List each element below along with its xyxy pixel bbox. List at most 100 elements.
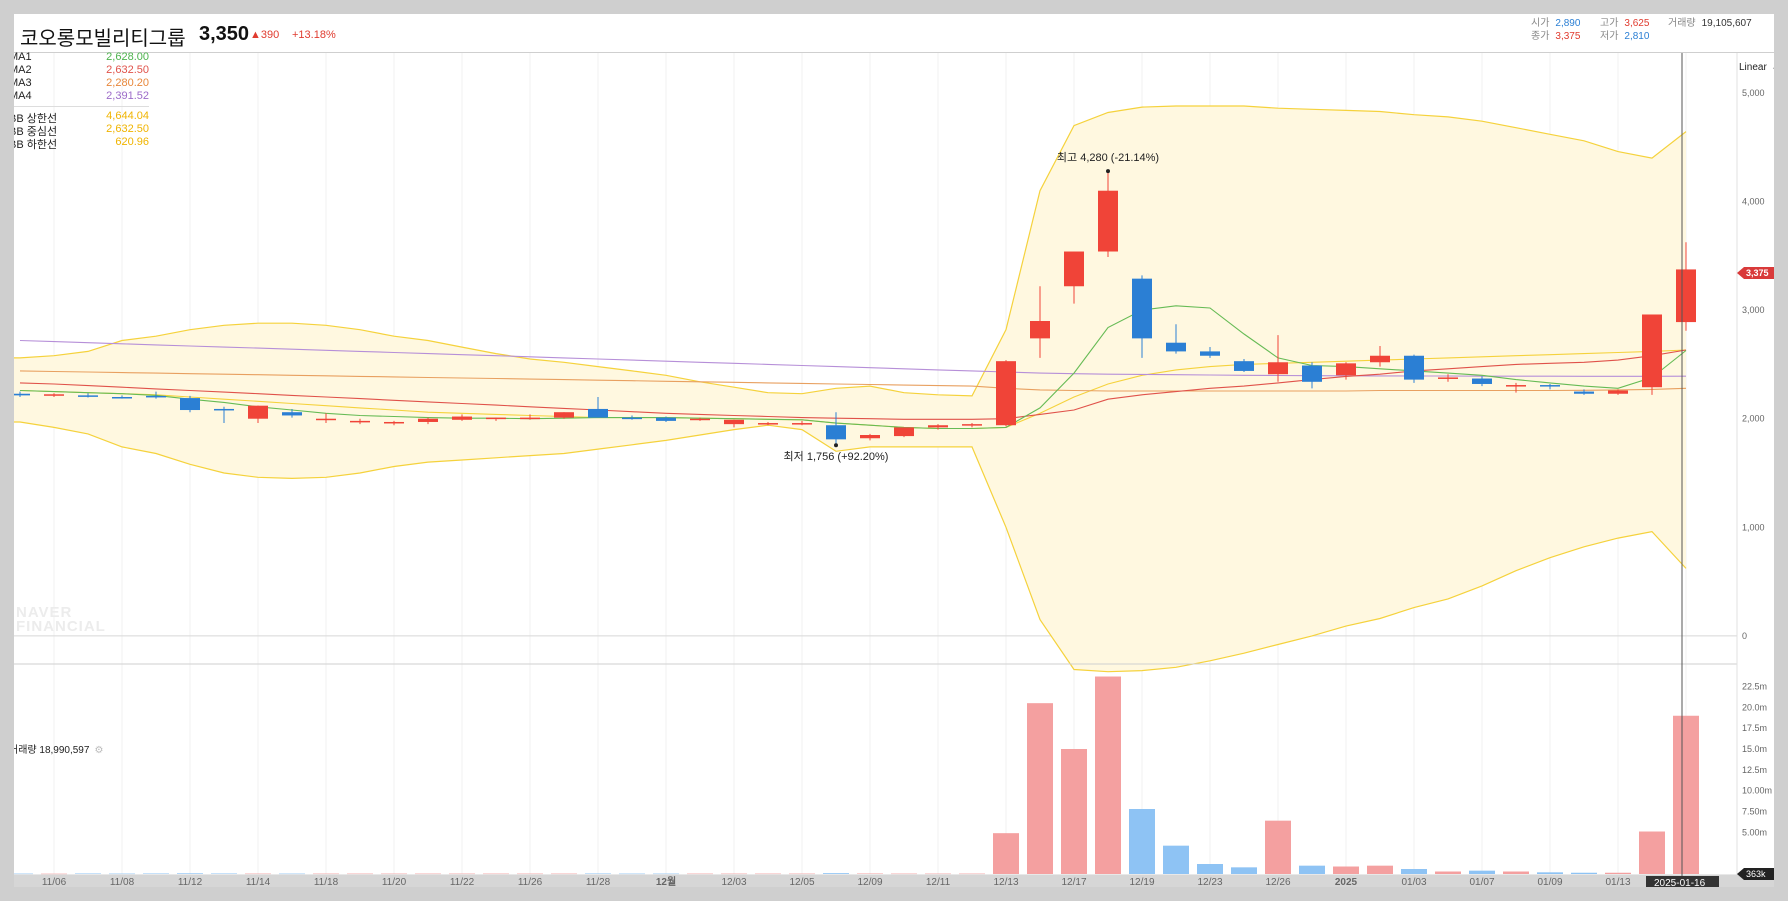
volume-bar [109, 873, 135, 875]
volume-bar [1095, 676, 1121, 874]
volume-bar [1367, 865, 1393, 874]
volume-bar [483, 873, 509, 875]
x-axis-label: 12/03 [721, 877, 746, 887]
settings-icon[interactable]: ⚙ [94, 745, 103, 756]
stock-chart[interactable]: 5,000 4,000 3,000 2,000 1,000 0 22.5m 20.0m 17.… [14, 14, 1774, 887]
volume-bar [517, 873, 543, 875]
volume-bar [1061, 749, 1087, 874]
x-axis-label: 11/12 [178, 877, 203, 887]
candle [180, 395, 200, 413]
volume-bar [721, 873, 747, 875]
ohlc-low: 저가 2,810 [1600, 31, 1650, 42]
volume-bar [823, 873, 849, 874]
volume-bar [993, 833, 1019, 874]
candle [894, 427, 914, 438]
price-axis-label: 0 [1742, 631, 1747, 641]
price-axis-label: 3,000 [1742, 305, 1765, 315]
volume-bar [891, 873, 917, 875]
x-axis-label: 11/20 [382, 877, 407, 887]
volume-bar [1469, 870, 1495, 874]
volume-bar [1537, 872, 1563, 874]
volume-axis-label: 12.5m [1742, 765, 1767, 775]
date-tag: 2025-01-16 [1646, 876, 1719, 887]
x-axis-label: 12/11 [926, 877, 951, 887]
volume-bar [925, 873, 951, 875]
naver-financial-watermark: NAVER FINANCIAL [16, 604, 106, 635]
volume-bar [1503, 871, 1529, 874]
x-axis-label: 11/26 [518, 877, 543, 887]
volume-bar [211, 873, 237, 874]
volume-bar [585, 873, 611, 874]
chevron-down-icon: ⌄ [1771, 62, 1774, 73]
volume-bar [653, 873, 679, 875]
volume-bar [1401, 869, 1427, 874]
stock-name[interactable]: 코오롱모빌리티그룹 [20, 22, 186, 51]
volume-bar [245, 873, 271, 875]
x-axis-label: 12/19 [1129, 877, 1154, 887]
scale-type-selector[interactable]: Linear⌄ [1739, 62, 1774, 73]
volume-tag: 363k [1737, 868, 1774, 880]
candle [1642, 314, 1662, 395]
volume-axis-label: 10.00m [1742, 786, 1772, 796]
price-axis-label: 1,000 [1742, 522, 1765, 532]
price-axis-label: 4,000 [1742, 197, 1765, 207]
volume-axis-label: 15.0m [1742, 744, 1767, 754]
volume-bar [1639, 831, 1665, 874]
low-annotation: 최저 1,756 (+92.20%) [784, 450, 889, 463]
volume-bar [14, 873, 33, 875]
x-axis-label: 12/26 [1265, 877, 1290, 887]
price-change: ▲390 [250, 29, 280, 41]
volume-bar [1231, 867, 1257, 874]
price-axis-label: 5,000 [1742, 88, 1765, 98]
svg-text:2025-01-16: 2025-01-16 [1654, 878, 1706, 887]
x-axis-label: 2025 [1335, 877, 1358, 887]
x-axis-label: 12월 [656, 876, 676, 887]
volume-bar [1027, 703, 1053, 874]
volume-bar [381, 873, 407, 875]
volume-bar [41, 873, 67, 875]
high-annotation: 최고 4,280 (-21.14%) [1057, 151, 1159, 164]
volume-bar [789, 873, 815, 875]
price-axis-label: 2,000 [1742, 414, 1765, 424]
volume-bar [1265, 820, 1291, 874]
x-axis-label: 12/13 [993, 877, 1018, 887]
volume-bar [313, 873, 339, 875]
volume-bar [1673, 715, 1699, 874]
volume-bar [619, 873, 645, 875]
volume-axis-label: 5.00m [1742, 827, 1767, 837]
x-axis-label: 01/13 [1605, 877, 1630, 887]
low-marker [834, 443, 838, 448]
volume-legend[interactable]: 거래량 18,990,597 ⚙ [14, 741, 103, 756]
volume-bar [75, 873, 101, 874]
ohlc-volume: 거래량 19,105,607 [1668, 18, 1752, 29]
volume-bar [347, 873, 373, 875]
volume-bar [1333, 866, 1359, 874]
x-axis-label: 11/14 [246, 877, 271, 887]
current-price: 3,350 [199, 23, 250, 45]
volume-bar [279, 873, 305, 875]
volume-bar [1163, 845, 1189, 874]
volume-bar [1129, 809, 1155, 874]
volume-bar [551, 873, 577, 875]
volume-bar [1299, 865, 1325, 874]
volume-bar [1571, 872, 1597, 874]
x-axis-label: 01/09 [1537, 877, 1562, 887]
volume-bar [1435, 871, 1461, 874]
x-axis-label: 01/03 [1401, 877, 1426, 887]
volume-bar [1197, 864, 1223, 874]
x-axis-label: 11/18 [314, 877, 339, 887]
volume-bar [143, 873, 169, 874]
candle [1404, 354, 1424, 383]
chart-frame: 5,000 4,000 3,000 2,000 1,000 0 22.5m 20.0m 17.… [14, 14, 1774, 887]
ohlc-close: 종가 3,375 [1531, 31, 1581, 42]
volume-axis-label: 17.5m [1742, 723, 1767, 733]
volume-bar [857, 873, 883, 874]
candle [996, 360, 1016, 427]
volume-bar [959, 873, 985, 875]
volume-bar [1605, 872, 1631, 874]
volume-axis-label: 20.0m [1742, 702, 1767, 712]
high-marker [1106, 169, 1110, 174]
chart-header: 코오롱모빌리티그룹 3,350 ▲390 +13.18% 시가 2,890 고가 3… [14, 14, 1774, 53]
price-tag: 3,375 [1737, 267, 1774, 279]
x-axis-label: 11/06 [42, 877, 67, 887]
